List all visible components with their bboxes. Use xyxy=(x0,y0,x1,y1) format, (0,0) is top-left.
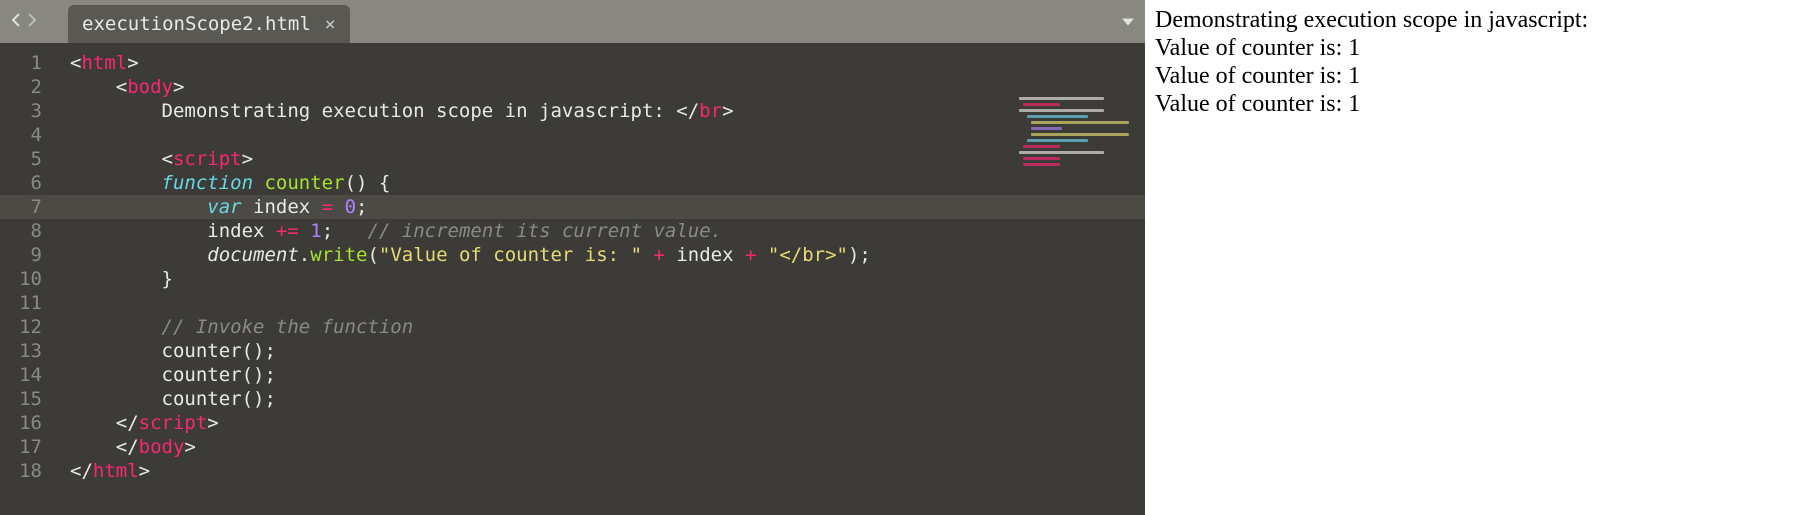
code-line[interactable]: <script> xyxy=(60,147,1145,171)
code-line[interactable]: <body> xyxy=(60,75,1145,99)
line-number: 15 xyxy=(0,387,60,411)
close-icon[interactable]: × xyxy=(325,14,336,35)
line-number: 8 xyxy=(0,219,60,243)
output-line: Demonstrating execution scope in javascr… xyxy=(1155,6,1790,34)
tab-filename: executionScope2.html xyxy=(82,13,311,35)
code-line[interactable]: Demonstrating execution scope in javascr… xyxy=(60,99,1145,123)
nav-back-icon[interactable] xyxy=(10,12,22,31)
code-line[interactable] xyxy=(60,123,1145,147)
tab-bar: executionScope2.html × xyxy=(0,0,1145,43)
nav-forward-icon[interactable] xyxy=(26,12,38,31)
line-number: 11 xyxy=(0,291,60,315)
line-number: 7 xyxy=(0,195,60,219)
code-line[interactable]: function counter() { xyxy=(60,171,1145,195)
line-number: 6 xyxy=(0,171,60,195)
line-number: 10 xyxy=(0,267,60,291)
line-number: 3 xyxy=(0,99,60,123)
line-number: 5 xyxy=(0,147,60,171)
code-line[interactable]: } xyxy=(60,267,1145,291)
code-area[interactable]: <html> <body> Demonstrating execution sc… xyxy=(60,43,1145,515)
tab-overflow-button[interactable] xyxy=(1121,12,1135,31)
output-pane: Demonstrating execution scope in javascr… xyxy=(1145,0,1800,515)
code-line[interactable]: index += 1; // increment its current val… xyxy=(60,219,1145,243)
output-line: Value of counter is: 1 xyxy=(1155,90,1790,118)
code-line[interactable]: </script> xyxy=(60,411,1145,435)
code-line[interactable]: counter(); xyxy=(60,387,1145,411)
line-number: 13 xyxy=(0,339,60,363)
line-number: 12 xyxy=(0,315,60,339)
code-line[interactable]: </html> xyxy=(60,459,1145,483)
minimap[interactable] xyxy=(1009,93,1139,173)
line-number: 4 xyxy=(0,123,60,147)
output-line: Value of counter is: 1 xyxy=(1155,62,1790,90)
code-line[interactable]: counter(); xyxy=(60,339,1145,363)
code-line[interactable]: counter(); xyxy=(60,363,1145,387)
code-line[interactable]: document.write("Value of counter is: " +… xyxy=(60,243,1145,267)
code-line[interactable] xyxy=(60,291,1145,315)
code-line[interactable]: <html> xyxy=(60,51,1145,75)
line-number: 9 xyxy=(0,243,60,267)
line-number: 14 xyxy=(0,363,60,387)
line-number: 17 xyxy=(0,435,60,459)
code-line[interactable]: // Invoke the function xyxy=(60,315,1145,339)
editor-pane: executionScope2.html × 12345678910111213… xyxy=(0,0,1145,515)
code-line[interactable]: </body> xyxy=(60,435,1145,459)
file-tab[interactable]: executionScope2.html × xyxy=(68,5,350,43)
line-number: 1 xyxy=(0,51,60,75)
output-line: Value of counter is: 1 xyxy=(1155,34,1790,62)
line-number: 18 xyxy=(0,459,60,483)
nav-arrows xyxy=(0,0,48,43)
line-number: 2 xyxy=(0,75,60,99)
editor-body[interactable]: 123456789101112131415161718 <html> <body… xyxy=(0,43,1145,515)
code-line[interactable]: var index = 0; xyxy=(60,195,1145,219)
line-number-gutter: 123456789101112131415161718 xyxy=(0,43,60,515)
line-number: 16 xyxy=(0,411,60,435)
